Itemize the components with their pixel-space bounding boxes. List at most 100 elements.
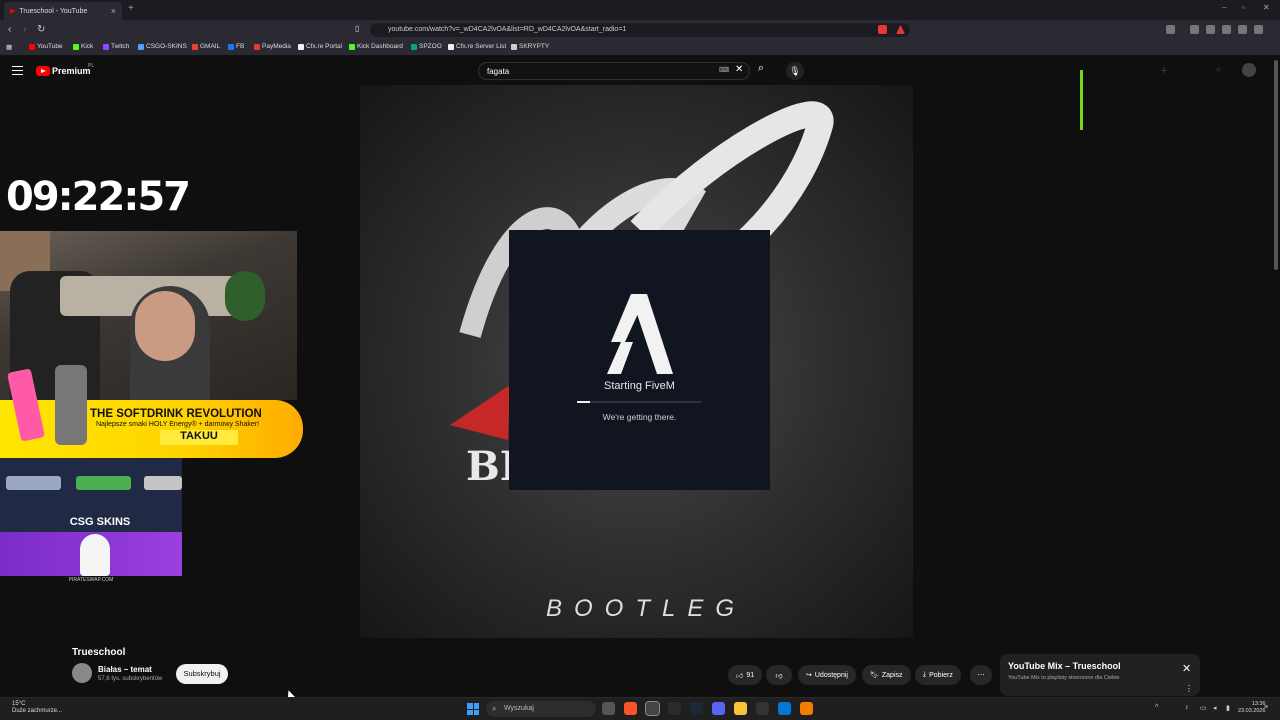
page-scrollbar[interactable] (1274, 60, 1278, 270)
tray-mic-icon[interactable]: ♪ (1185, 704, 1189, 711)
temperature: 15°C (12, 701, 26, 707)
chrome-icon[interactable] (668, 702, 681, 715)
bookmark-youtube[interactable]: YouTube (29, 43, 63, 50)
youtube-mix-panel[interactable]: YouTube Mix – Trueschool YouTube Mix to … (1000, 654, 1200, 696)
menu-icon[interactable] (1254, 25, 1263, 34)
youtube-header: Premium PL fagata ⌨ ✕ ⌕ 🎙 ＋ ○ (0, 57, 1280, 85)
bookmark-paymedia[interactable]: PayMedia (254, 43, 291, 50)
browser-tab[interactable]: ▶ Trueschool - YouTube × (4, 2, 122, 20)
bookmark-kick[interactable]: Kick (73, 43, 93, 50)
share-button[interactable]: ↪ Udostępnij (798, 665, 856, 685)
fivem-taskbar-icon[interactable] (645, 701, 660, 716)
skin-weapon-1 (6, 476, 61, 490)
create-icon[interactable]: ＋ (1160, 65, 1168, 76)
tray-chevron-icon[interactable]: ^ (1155, 704, 1158, 711)
tray-battery-icon[interactable]: ▮ (1226, 704, 1230, 712)
brave-shield-icon[interactable] (878, 25, 887, 34)
keyboard-icon[interactable]: ⌨ (719, 66, 729, 74)
shaker-bottle (55, 365, 87, 445)
back-icon[interactable]: ‹ (8, 24, 11, 35)
bookmark-twitch[interactable]: Twitch (103, 43, 129, 50)
youtube-logo-icon[interactable] (36, 66, 50, 76)
promo-subtitle: Najlepsze smaki HOLY Energy® + darmowy S… (96, 421, 260, 428)
tray-network-icon[interactable]: ▭ (1200, 704, 1207, 712)
new-tab-icon[interactable]: + (128, 3, 134, 14)
url-field[interactable]: youtube.com/watch?v=_wD4CA2lvOA&list=RD_… (370, 23, 910, 37)
tray-volume-icon[interactable]: ◂ (1213, 704, 1217, 712)
bookmark-icon[interactable]: ▯ (355, 24, 359, 33)
discord-icon[interactable] (712, 702, 725, 715)
like-count: 91 (746, 671, 755, 679)
close-window-icon[interactable]: ✕ (1263, 3, 1270, 12)
pirateswap-ad[interactable] (0, 532, 182, 576)
sidebar-icon[interactable] (1206, 25, 1215, 34)
vscode-icon[interactable] (778, 702, 791, 715)
youtube-logo-text[interactable]: Premium (52, 66, 91, 76)
fivem-title: Starting FiveM (604, 380, 675, 392)
taskbar-clock[interactable]: 13:36 23.03.2026 (1238, 701, 1266, 715)
extension-icon[interactable] (1166, 25, 1175, 34)
mix-subtitle: YouTube Mix to playlisty stworzone dla C… (1008, 675, 1120, 681)
hamburger-menu-icon[interactable] (12, 66, 23, 75)
maximize-icon[interactable]: ▫ (1242, 3, 1245, 12)
csgo-skins-ad[interactable]: CSG SKINS (0, 458, 182, 532)
bootleg-text: BOOTLEG (546, 595, 747, 622)
address-bar-row: ‹ › ↻ ▯ youtube.com/watch?v=_wD4CA2lvOA&… (0, 20, 1280, 40)
bookmark-cfx-portal[interactable]: Cfx.re Portal (298, 43, 342, 50)
terminal-icon[interactable] (756, 702, 769, 715)
forward-icon[interactable]: › (23, 24, 26, 35)
download-button[interactable]: ⤓ Pobierz (915, 665, 961, 685)
close-mix-icon[interactable]: ✕ (1182, 662, 1191, 675)
microphone-icon[interactable]: 🎙 (786, 62, 804, 80)
promo-banner[interactable]: THE SOFTDRINK REVOLUTION Najlepsze smaki… (0, 365, 303, 458)
bookmark-gmail[interactable]: GMAIL (192, 43, 220, 50)
apps-grid-icon[interactable]: ▦ (6, 43, 12, 51)
more-actions-button[interactable]: ⋯ (970, 665, 992, 685)
vpn-icon[interactable] (1238, 25, 1247, 34)
windows-start-icon[interactable] (467, 703, 479, 715)
bookmarks-bar: ▦ YouTube Kick Twitch CSGO-SKINS GMAIL F… (0, 40, 1280, 56)
brave-icon[interactable] (624, 702, 637, 715)
bookmark-skrypty[interactable]: SKRYPTY (511, 43, 549, 50)
steam-icon[interactable] (690, 702, 703, 715)
promo-code: TAKUU (160, 430, 238, 445)
windows-taskbar: 15°C Duże zachmurze... ⌕ Wyszukaj ^ ♪ ▭ … (0, 697, 1280, 720)
download-icon: ⤓ (923, 671, 927, 678)
taskbar-search[interactable]: ⌕ Wyszukaj (486, 701, 596, 717)
clear-search-icon[interactable]: ✕ (735, 64, 743, 75)
notifications-icon[interactable]: ○ (1216, 65, 1221, 74)
bookmark-kick-dashboard[interactable]: Kick Dashboard (349, 43, 403, 50)
reload-icon[interactable]: ↻ (37, 24, 45, 35)
pirateswap-url: PIRATESWAP.COM (68, 577, 114, 583)
bookmark-spzoo[interactable]: SPZOO (411, 43, 442, 50)
music-icon[interactable] (1190, 25, 1199, 34)
dislike-button[interactable]: 👎︎ (766, 665, 792, 685)
mix-menu-icon[interactable]: ⋮ (1185, 684, 1193, 693)
taskbar-search-icon: ⌕ (492, 704, 497, 713)
close-tab-icon[interactable]: × (111, 6, 116, 16)
file-explorer-icon[interactable] (734, 702, 747, 715)
channel-name[interactable]: Białas – temat (98, 665, 152, 674)
task-view-icon[interactable] (602, 702, 615, 715)
fivem-subtitle: We're getting there. (602, 412, 677, 422)
search-value: fagata (487, 67, 510, 76)
save-button[interactable]: 🔖︎ Zapisz (862, 665, 911, 685)
fivem-loading-window: Starting FiveM We're getting there. (509, 230, 770, 490)
weather-widget[interactable]: 15°C Duże zachmurze... (12, 701, 62, 715)
weather-text: Duże zachmurze... (12, 708, 63, 714)
notification-center-icon[interactable]: ≡ (1264, 704, 1268, 711)
minimize-icon[interactable]: – (1222, 3, 1226, 12)
like-button[interactable]: 👍︎ 91 (728, 665, 763, 685)
account-avatar[interactable] (1242, 63, 1256, 77)
channel-avatar[interactable] (72, 663, 92, 683)
promo-title: THE SOFTDRINK REVOLUTION (90, 408, 262, 420)
bookmark-cfx-server-list[interactable]: Cfx.re Server List (448, 43, 506, 50)
bookmark-fb[interactable]: FB (228, 43, 244, 50)
subscribe-button[interactable]: Subskrybuj (176, 664, 228, 684)
stream-clock: 09:22:57 (6, 174, 191, 220)
fivem-app-icon[interactable] (800, 702, 813, 715)
bookmark-csgo-skins[interactable]: CSGO-SKINS (138, 43, 187, 50)
search-icon[interactable]: ⌕ (748, 62, 774, 80)
wallet-icon[interactable] (1222, 25, 1231, 34)
search-input[interactable]: fagata ⌨ ✕ (478, 62, 750, 80)
